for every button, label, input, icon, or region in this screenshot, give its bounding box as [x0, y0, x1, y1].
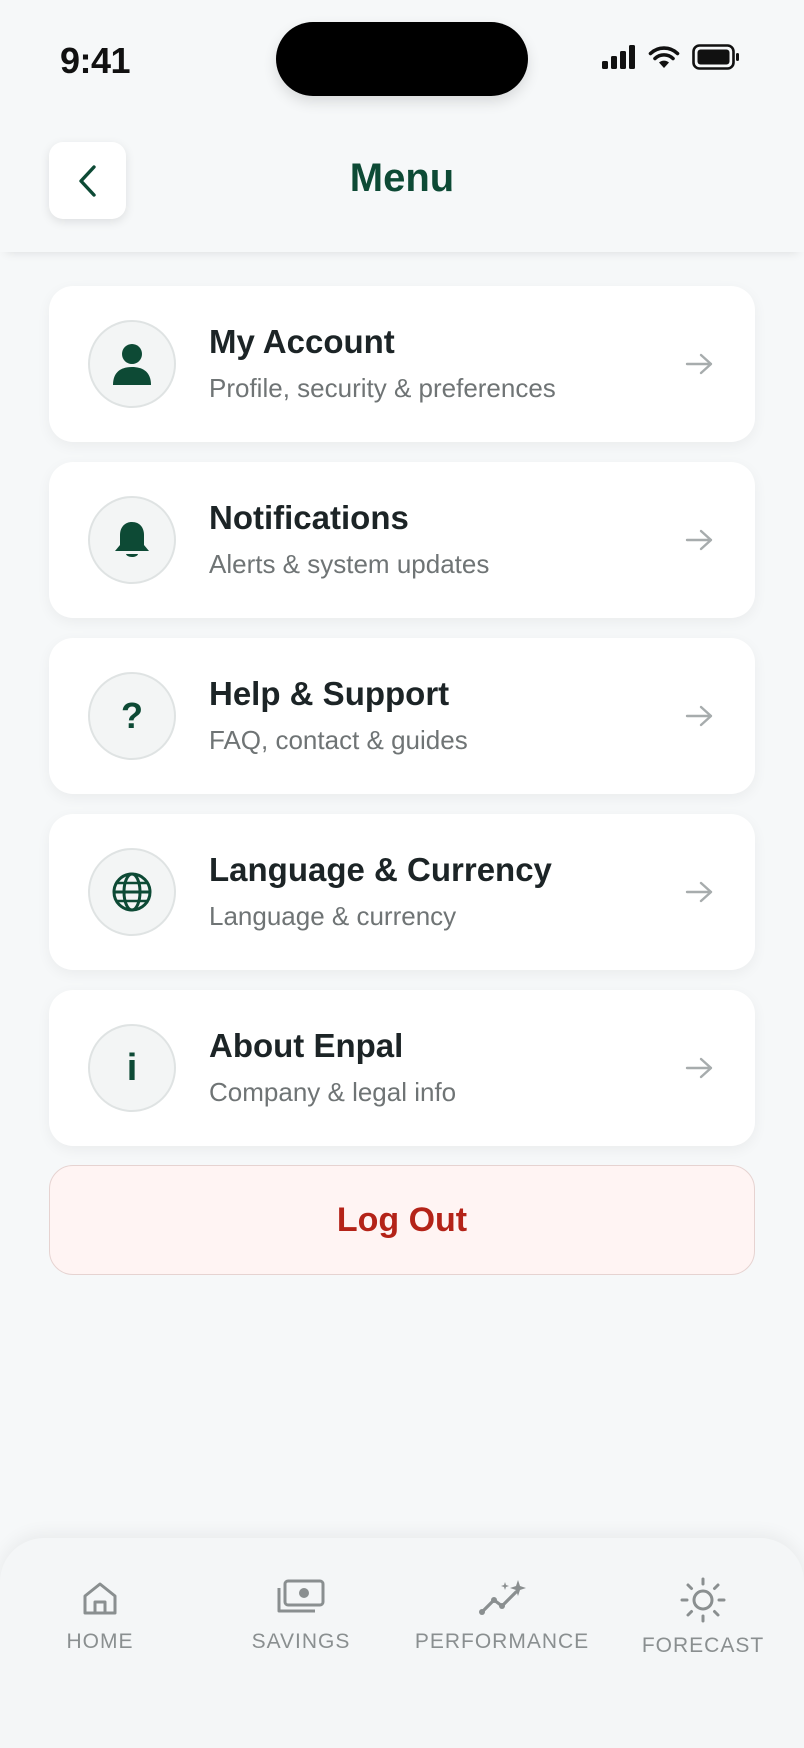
menu-icon-container: ? [88, 672, 176, 760]
menu-item-my-account[interactable]: My Account Profile, security & preferenc… [49, 286, 755, 442]
home-icon [83, 1582, 117, 1615]
arrow-right-icon [685, 705, 713, 727]
dynamic-island [276, 22, 528, 96]
tab-label: SAVINGS [251, 1630, 351, 1653]
menu-item-title: Notifications [209, 499, 409, 536]
bell-icon [115, 522, 149, 557]
menu-icon-container [88, 848, 176, 936]
arrow-right-icon [685, 1057, 713, 1079]
arrow-right-icon [685, 881, 713, 903]
arrow-right-icon [685, 353, 713, 375]
tab-savings[interactable]: SAVINGS [201, 1574, 401, 1654]
money-icon [277, 1579, 325, 1613]
info-icon: i [126, 1046, 138, 1089]
menu-item-title: My Account [209, 323, 395, 360]
arrow-right-icon [685, 529, 713, 551]
menu-item-about-enpal[interactable]: i About Enpal Company & legal info [49, 990, 755, 1146]
menu-item-title: About Enpal [209, 1027, 404, 1064]
menu-item-help-support[interactable]: ? Help & Support FAQ, contact & guides [49, 638, 755, 794]
battery-icon [692, 44, 739, 70]
tab-label: FORECAST [641, 1634, 765, 1657]
status-icons [602, 44, 740, 70]
page-title: Menu [349, 156, 455, 200]
tab-label: HOME [66, 1630, 134, 1653]
person-icon [113, 344, 151, 385]
status-bar: 9:41 [0, 0, 804, 118]
menu-icon-container: i [88, 1024, 176, 1112]
question-icon: ? [121, 695, 143, 736]
globe-icon [112, 872, 152, 912]
menu-item-notifications[interactable]: Notifications Alerts & system updates [49, 462, 755, 618]
menu-item-subtitle: Company & legal info [209, 1077, 457, 1108]
sparkle-chart-icon [479, 1580, 526, 1615]
menu-item-subtitle: Language & currency [209, 901, 457, 932]
menu-icon-container [88, 320, 176, 408]
wifi-icon [648, 46, 680, 68]
menu-item-title: Help & Support [209, 675, 450, 712]
menu-list: My Account Profile, security & preferenc… [49, 286, 755, 1146]
signal-icon [602, 45, 635, 69]
tab-forecast[interactable]: FORECAST [603, 1574, 803, 1658]
menu-item-subtitle: Profile, security & preferences [209, 373, 556, 404]
logout-button[interactable]: Log Out [49, 1165, 755, 1275]
tab-label: PERFORMANCE [414, 1630, 590, 1653]
tab-home[interactable]: HOME [0, 1574, 200, 1654]
sun-icon [680, 1577, 726, 1623]
menu-item-language-currency[interactable]: Language & Currency Language & currency [49, 814, 755, 970]
header: Menu [0, 118, 804, 252]
bottom-tab-bar: HOME SAVINGS PERFORMANCE FORECAST [0, 1538, 804, 1748]
tab-performance[interactable]: PERFORMANCE [402, 1574, 602, 1654]
menu-item-subtitle: FAQ, contact & guides [209, 725, 468, 756]
menu-item-subtitle: Alerts & system updates [209, 549, 490, 580]
status-time: 9:41 [60, 40, 131, 81]
menu-icon-container [88, 496, 176, 584]
menu-item-title: Language & Currency [209, 851, 552, 888]
